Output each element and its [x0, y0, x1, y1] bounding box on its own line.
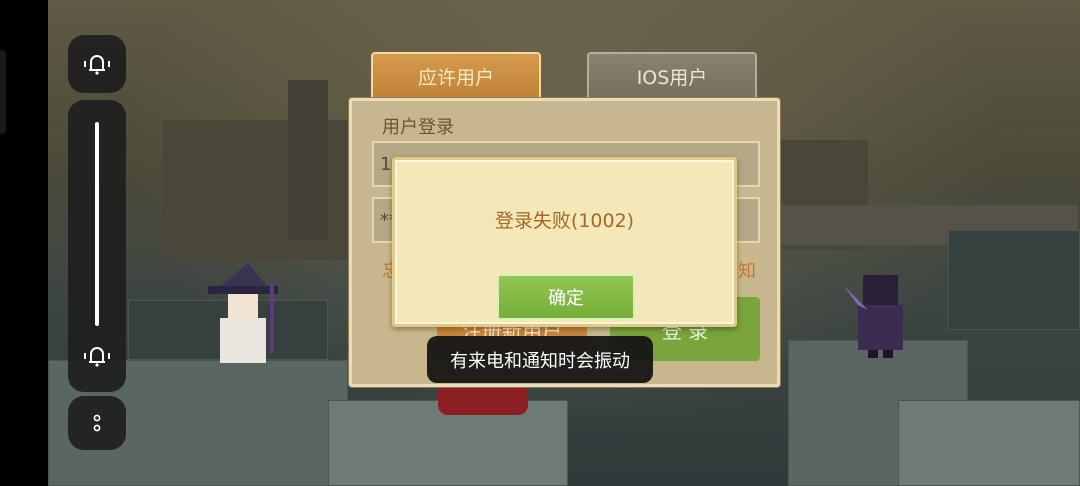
- dark-knight-character: [843, 275, 903, 358]
- bell-vibrate-icon: [84, 55, 110, 75]
- red-robe-character: [438, 383, 528, 415]
- error-message: 登录失败(1002): [494, 210, 635, 232]
- wizard-character: [208, 263, 278, 363]
- error-dialog: 登录失败(1002) 确定: [392, 157, 737, 327]
- volume-slider[interactable]: [95, 122, 99, 326]
- bell-vibrate-icon: [84, 347, 110, 367]
- more-dots-icon: [93, 414, 101, 432]
- vibrate-toast: 有来电和通知时会振动: [427, 336, 653, 383]
- more-settings-button[interactable]: [68, 396, 126, 450]
- terrain-block: [948, 230, 1080, 330]
- terrain-block: [898, 400, 1080, 486]
- side-handle[interactable]: [0, 50, 6, 134]
- left-black-strip: [0, 0, 48, 486]
- ring-mode-button[interactable]: [68, 35, 126, 93]
- castle-left-tower: [288, 80, 328, 240]
- confirm-button[interactable]: 确定: [497, 274, 635, 320]
- tab-ios-user[interactable]: IOS用户: [587, 52, 757, 100]
- notice-link[interactable]: 知: [738, 257, 756, 283]
- login-title: 用户登录: [382, 117, 454, 138]
- tab-licensed-user[interactable]: 应许用户: [371, 52, 541, 100]
